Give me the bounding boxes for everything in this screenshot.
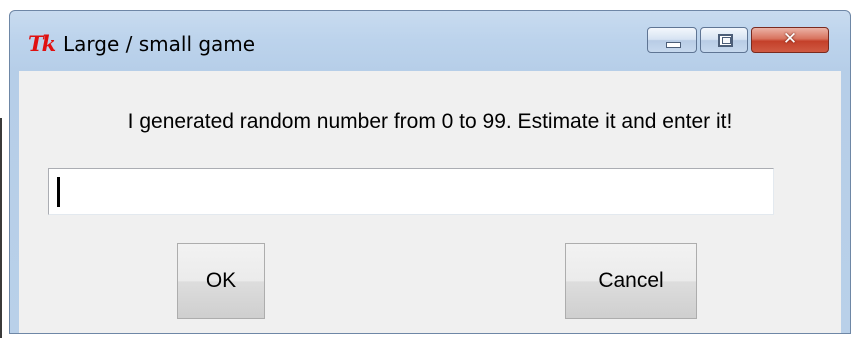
maximize-button[interactable] — [700, 27, 748, 53]
number-input[interactable] — [48, 168, 774, 215]
cancel-button[interactable]: Cancel — [565, 243, 697, 319]
minimize-icon — [666, 42, 681, 48]
text-cursor — [57, 177, 60, 207]
title-bar[interactable]: Tk Large / small game ✕ — [10, 11, 850, 71]
window-title: Large / small game — [63, 32, 256, 56]
background-window-edge — [0, 118, 2, 338]
close-button[interactable]: ✕ — [751, 27, 829, 53]
maximize-icon — [718, 34, 733, 47]
dialog-window: Tk Large / small game ✕ I generated rand… — [9, 10, 851, 334]
ok-button[interactable]: OK — [177, 243, 265, 319]
tk-app-icon: Tk — [28, 31, 56, 56]
close-icon: ✕ — [782, 29, 798, 49]
minimize-button[interactable] — [647, 27, 697, 53]
prompt-message: I generated random number from 0 to 99. … — [127, 110, 733, 133]
dialog-body: I generated random number from 0 to 99. … — [19, 71, 841, 333]
